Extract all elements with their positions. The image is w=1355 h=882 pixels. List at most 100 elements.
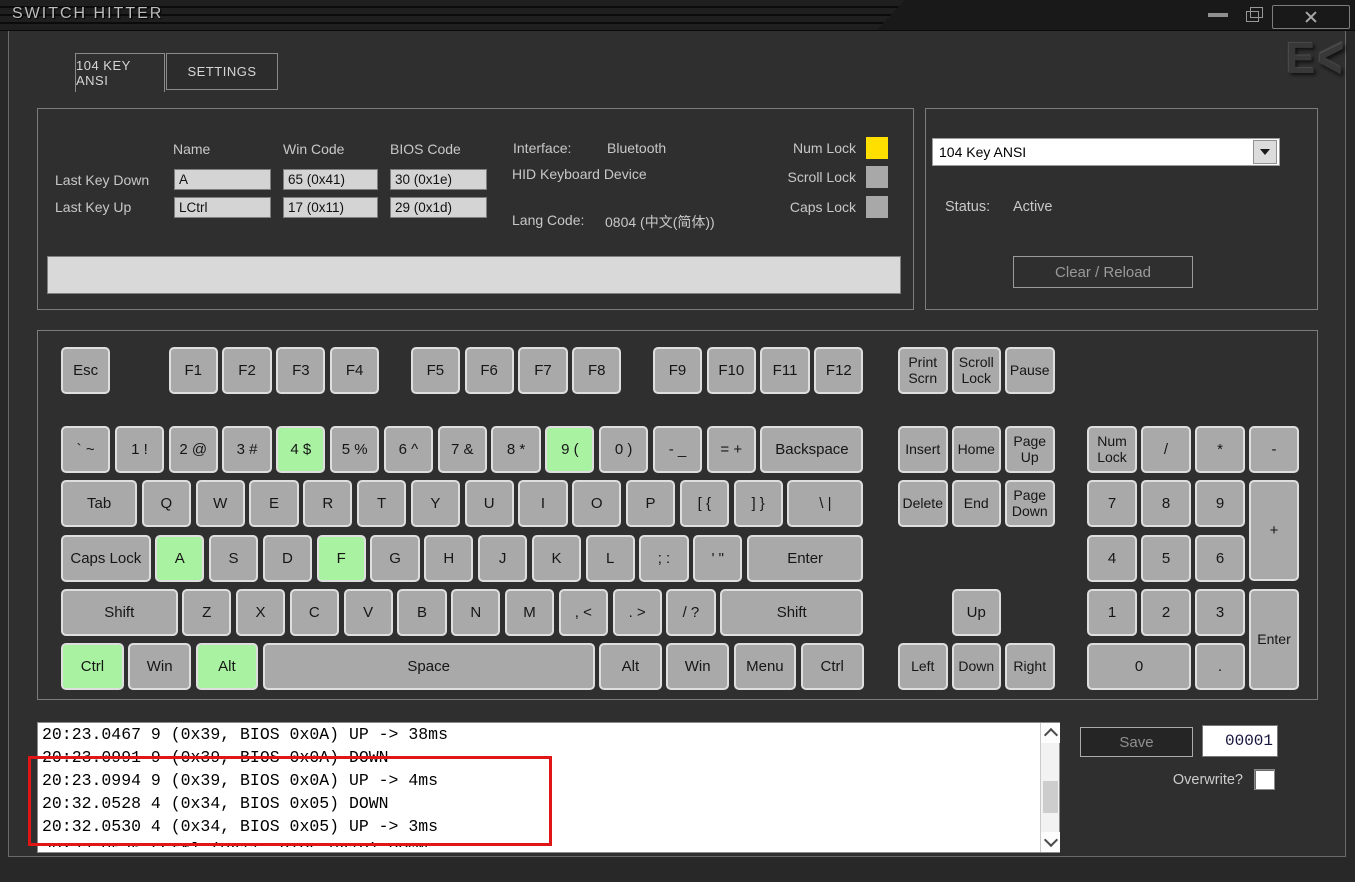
typing-test-field[interactable] [47,256,901,294]
event-log-content: 20:23.0467 9 (0x39, BIOS 0x0A) UP -> 38m… [38,723,1059,847]
key-win: Win [666,643,729,690]
key-right: Right [1005,643,1055,690]
event-log[interactable]: 20:23.0467 9 (0x39, BIOS 0x0A) UP -> 38m… [37,722,1060,853]
key-a: A [155,535,204,582]
key-f1: F1 [169,347,218,394]
key-print-scrn: Print Scrn [898,347,948,394]
key-symbol: ' " [693,535,742,582]
minimize-button[interactable] [1208,13,1230,19]
key-i: I [518,480,567,527]
key-symbol: * [1195,426,1245,473]
key-5: 5 % [330,426,379,473]
key-insert: Insert [898,426,948,473]
key-end: End [952,480,1002,527]
log-line: 20:32.0528 4 (0x34, BIOS 0x05) DOWN [38,792,1059,815]
tab-settings[interactable]: SETTINGS [166,53,278,90]
save-counter-field[interactable] [1202,725,1278,757]
key-home: Home [952,426,1002,473]
num-lock-indicator-row: Num Lock [748,137,888,159]
last-key-up-label: Last Key Up [55,199,131,215]
key-symbol: / ? [666,589,715,636]
key-left: Left [898,643,948,690]
key-f5: F5 [411,347,460,394]
scroll-up-button[interactable] [1041,723,1060,743]
interface-value: Bluetooth [607,140,666,156]
key-win: Win [128,643,191,690]
log-line: 20:32.0530 4 (0x34, BIOS 0x05) UP -> 3ms [38,815,1059,838]
last-key-down-label: Last Key Down [55,172,149,188]
key-6: 6 [1195,535,1245,582]
restore-icon [1246,11,1259,22]
close-icon [1304,10,1318,24]
overwrite-label: Overwrite? [1120,772,1243,788]
key-8: 8 [1141,480,1191,527]
key-q: Q [142,480,191,527]
key-scroll-lock: Scroll Lock [952,347,1002,394]
maximize-button[interactable] [1246,8,1264,22]
key-f4: F4 [330,347,379,394]
log-scrollbar[interactable] [1040,723,1059,852]
key-9: 9 ( [545,426,594,473]
key-ctrl: Ctrl [801,643,864,690]
key-1: 1 [1087,589,1137,636]
key-0: 0 [1087,643,1191,690]
close-button[interactable] [1272,5,1350,29]
key-page-up: Page Up [1005,426,1055,473]
key-menu: Menu [734,643,797,690]
key-w: W [196,480,245,527]
key-f10: F10 [707,347,756,394]
key-symbol: ` ~ [61,426,110,473]
key-esc: Esc [61,347,110,394]
num-lock-label: Num Lock [748,140,866,156]
titlebar[interactable]: SWITCH HITTER [0,0,1355,31]
chevron-down-icon [1260,149,1270,155]
column-header-win-code: Win Code [283,141,344,157]
key-ctrl: Ctrl [61,643,124,690]
key-s: S [209,535,258,582]
layout-dropdown[interactable]: 104 Key ANSI [932,138,1280,166]
key-enter: Enter [747,535,864,582]
layout-dropdown-value: 104 Key ANSI [933,144,1253,160]
key-f12: F12 [814,347,863,394]
key-1: 1 ! [115,426,164,473]
log-line: 20:23.0991 9 (0x39, BIOS 0x0A) DOWN [38,746,1059,769]
key-7: 7 [1087,480,1137,527]
scroll-down-button[interactable] [1041,832,1060,852]
key-2: 2 [1141,589,1191,636]
save-button[interactable]: Save [1080,727,1193,757]
status-value: Active [1013,199,1053,215]
key-symbol: . [1195,643,1245,690]
log-line: 20:23.0467 9 (0x39, BIOS 0x0A) UP -> 38m… [38,723,1059,746]
key-k: K [532,535,581,582]
layout-dropdown-button[interactable] [1253,140,1277,164]
last-key-down-name-field: A [174,169,271,190]
key-b: B [397,589,446,636]
key-backspace: Backspace [760,426,863,473]
log-line-clipped: 20:32.0536 LCtrl (0x11, BIOS 0x1D) DOWN [38,838,1059,847]
overwrite-checkbox[interactable] [1254,769,1275,790]
key-8: 8 * [491,426,540,473]
key-f2: F2 [222,347,271,394]
switch-hitter-window: SWITCH HITTER E< 104 KEY ANSI SETTINGS N… [0,0,1355,882]
key-f11: F11 [760,347,809,394]
caps-lock-indicator-row: Caps Lock [748,196,888,218]
lang-code-label: Lang Code: [512,212,584,228]
clear-reload-button[interactable]: Clear / Reload [1013,256,1193,288]
column-header-bios-code: BIOS Code [390,141,461,157]
key-l: L [586,535,635,582]
key-f7: F7 [518,347,567,394]
tab-104-key-ansi[interactable]: 104 KEY ANSI [75,53,165,92]
scrollbar-thumb[interactable] [1043,781,1058,813]
key-f8: F8 [572,347,621,394]
num-lock-indicator [866,137,888,159]
last-key-up-name-field: LCtrl [174,197,271,218]
key-f9: F9 [653,347,702,394]
key-symbol: , < [559,589,608,636]
column-header-name: Name [173,141,210,157]
last-key-up-win-code-field: 17 (0x11) [283,197,378,218]
key-e: E [249,480,298,527]
key-symbol: - [1249,426,1299,473]
key-caps-lock: Caps Lock [61,535,151,582]
key-5: 5 [1141,535,1191,582]
key-symbol: \ | [787,480,863,527]
